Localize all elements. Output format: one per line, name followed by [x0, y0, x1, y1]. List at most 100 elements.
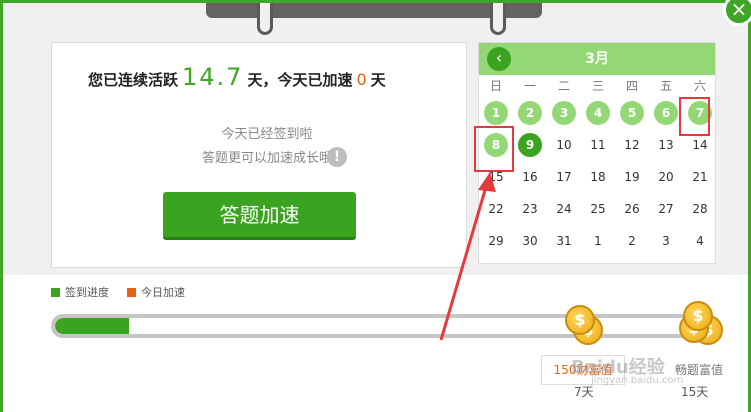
calendar-day[interactable]: 19: [615, 161, 649, 193]
calendar-day-number: 22: [488, 202, 504, 216]
calendar-day[interactable]: 4: [683, 225, 717, 257]
legend-accel-swatch: [127, 288, 136, 297]
calendar-day[interactable]: 31: [547, 225, 581, 257]
calendar-day[interactable]: 1: [581, 225, 615, 257]
calendar-day-number: 23: [522, 202, 538, 216]
calendar-day[interactable]: 16: [513, 161, 547, 193]
calendar-day[interactable]: 28: [683, 193, 717, 225]
calendar-day-number: 14: [692, 138, 708, 152]
streak-prefix: 您已连续活跃: [88, 71, 179, 89]
calendar-day[interactable]: 20: [649, 161, 683, 193]
calendar-day[interactable]: 5: [615, 97, 649, 129]
calendar-day-number: 19: [624, 170, 640, 184]
coin-icon: $: [683, 301, 713, 331]
calendar-day-number: 26: [624, 202, 640, 216]
calendar-day[interactable]: 18: [581, 161, 615, 193]
calendar-day[interactable]: 12: [615, 129, 649, 161]
weekday-label: 一: [523, 79, 536, 93]
accel-days-value: 0: [356, 70, 367, 89]
weekday-label: 日: [489, 79, 502, 93]
binder-ring-right: [490, 3, 506, 35]
calendar-day-number: 6: [654, 101, 678, 125]
calendar-day-number: 30: [522, 234, 538, 248]
coin-icon: $: [565, 305, 595, 335]
calendar-day-number: 4: [696, 234, 704, 248]
weekday-label: 二: [557, 79, 570, 93]
calendar-day[interactable]: 17: [547, 161, 581, 193]
highlight-box-day-7: [679, 97, 710, 136]
signin-dialog: 您已连续活跃 14.7 天，今天已加速 0 天 今天已经签到啦 答题更可以加速成长哦 !…: [0, 0, 751, 412]
weekday-label: 三: [591, 79, 604, 93]
calendar-day[interactable]: 11: [581, 129, 615, 161]
accel-text: 今天已加速: [277, 71, 353, 89]
calendar-day[interactable]: 21: [683, 161, 717, 193]
calendar-day[interactable]: 3: [547, 97, 581, 129]
calendar-month-label: 3月: [585, 51, 609, 67]
baidu-watermark: Baidu经验 jingyan.baidu.com: [571, 353, 731, 393]
calendar-day-number: 21: [692, 170, 708, 184]
quiz-accelerate-button[interactable]: 答题加速: [163, 192, 356, 240]
calendar-day-number: 5: [620, 101, 644, 125]
weekday-label: 五: [659, 79, 672, 93]
legend-accel-label: 今日加速: [141, 286, 185, 299]
calendar-day-number: 16: [522, 170, 538, 184]
weekday-label: 六: [693, 79, 706, 93]
calendar-day[interactable]: 13: [649, 129, 683, 161]
calendar-day[interactable]: 9: [513, 129, 547, 161]
calendar-day[interactable]: 6: [649, 97, 683, 129]
calendar-day-number: 24: [556, 202, 572, 216]
calendar-day-number: 18: [590, 170, 606, 184]
binder-ring-left: [257, 3, 273, 35]
calendar-day-number: 2: [518, 101, 542, 125]
streak-panel: 您已连续活跃 14.7 天，今天已加速 0 天 今天已经签到啦 答题更可以加速成长哦 !…: [51, 42, 467, 268]
calendar-day-number: 20: [658, 170, 674, 184]
calendar-day-number: 4: [586, 101, 610, 125]
calendar-day-number: 1: [484, 101, 508, 125]
accel-unit: 天: [370, 71, 386, 89]
calendar-day-number: 11: [590, 138, 606, 152]
quiz-hint-message: 答题更可以加速成长哦: [201, 151, 332, 166]
calendar-day-number: 29: [488, 234, 504, 248]
calendar-day[interactable]: 23: [513, 193, 547, 225]
calendar-day[interactable]: 1: [479, 97, 513, 129]
calendar-day-number: 3: [552, 101, 576, 125]
calendar-day[interactable]: 3: [649, 225, 683, 257]
legend-progress: 签到进度: [51, 284, 109, 300]
calendar-day[interactable]: 2: [615, 225, 649, 257]
calendar-day-number: 31: [556, 234, 572, 248]
calendar-day-number: 10: [556, 138, 572, 152]
calendar-day[interactable]: 22: [479, 193, 513, 225]
progress-legend: 签到进度 今日加速: [51, 284, 185, 300]
calendar-day-number: 13: [658, 138, 674, 152]
legend-progress-swatch: [51, 288, 60, 297]
calendar-day-number: 28: [692, 202, 708, 216]
highlight-box-day-8: [474, 126, 514, 172]
calendar-day-number: 1: [594, 234, 602, 248]
calendar-day[interactable]: 29: [479, 225, 513, 257]
calendar-day[interactable]: 4: [581, 97, 615, 129]
signin-progress-bar: [51, 314, 703, 338]
calendar-day[interactable]: 27: [649, 193, 683, 225]
calendar-day[interactable]: 26: [615, 193, 649, 225]
streak-summary: 您已连续活跃 14.7 天，今天已加速 0 天: [88, 63, 448, 91]
signed-today-message: 今天已经签到啦: [221, 127, 313, 142]
calendar-day-number: 25: [590, 202, 606, 216]
weekday-label: 四: [625, 79, 638, 93]
calendar-day[interactable]: 2: [513, 97, 547, 129]
streak-unit: 天，: [247, 71, 278, 89]
calendar-day[interactable]: 30: [513, 225, 547, 257]
watermark-url: jingyan.baidu.com: [591, 375, 684, 386]
calendar-header: ‹ 3月: [479, 43, 715, 75]
prev-month-button[interactable]: ‹: [487, 47, 511, 71]
calendar-day-number: 2: [628, 234, 636, 248]
calendar-day[interactable]: 25: [581, 193, 615, 225]
streak-days-value: 14.7: [182, 63, 244, 91]
calendar-day-number: 3: [662, 234, 670, 248]
calendar-day[interactable]: 10: [547, 129, 581, 161]
calendar-day[interactable]: 24: [547, 193, 581, 225]
calendar-day-number: 17: [556, 170, 572, 184]
legend-accel: 今日加速: [127, 284, 185, 300]
info-icon[interactable]: !: [327, 147, 347, 167]
legend-progress-label: 签到进度: [65, 286, 109, 299]
calendar-weekday-row: 日一二三四五六: [479, 75, 715, 97]
